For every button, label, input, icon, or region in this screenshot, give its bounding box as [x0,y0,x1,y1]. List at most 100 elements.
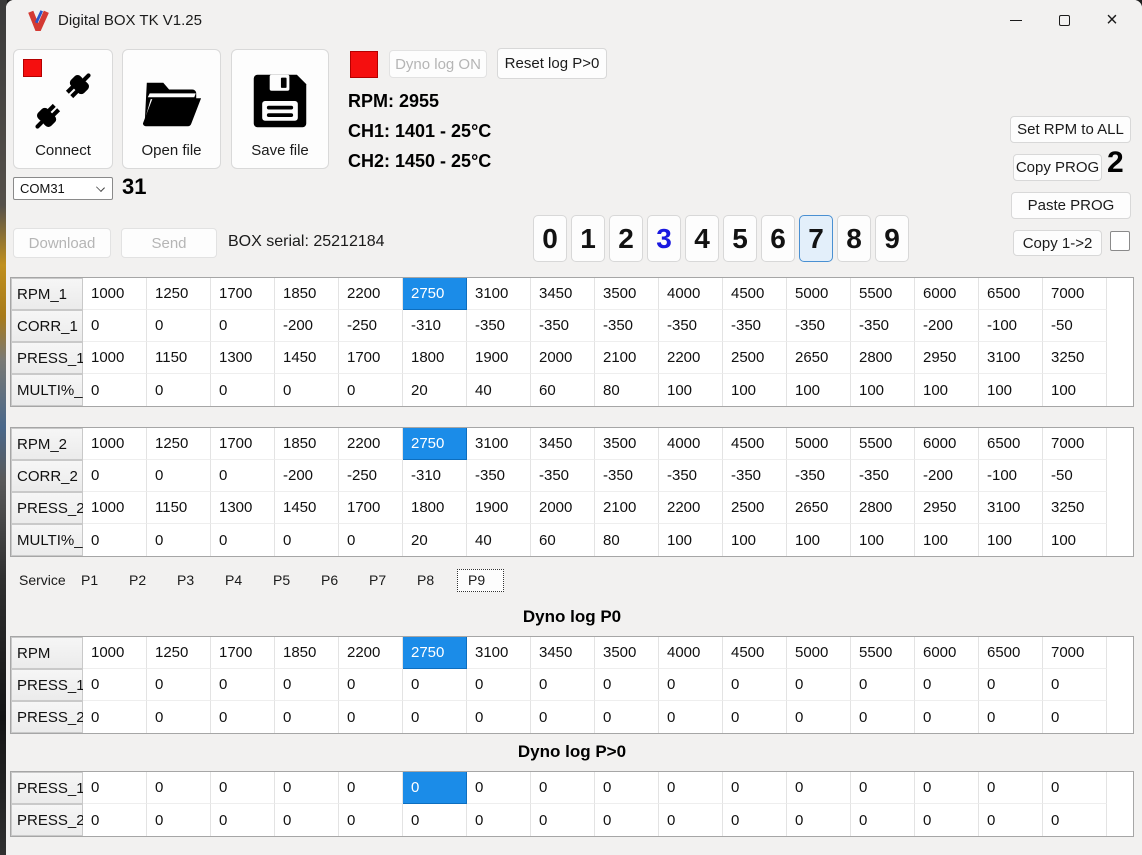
table-cell[interactable]: 60 [531,524,595,556]
table-cell[interactable]: 4500 [723,428,787,460]
table-cell[interactable]: 7000 [1043,278,1107,310]
table-cell[interactable]: 2000 [531,342,595,374]
row-header-corr_1[interactable]: CORR_1 [11,310,83,342]
table-cell[interactable]: 1000 [83,492,147,524]
table-cell[interactable]: 6500 [979,637,1043,669]
table-cell[interactable]: 0 [211,772,275,804]
dyno-log-on-button[interactable]: Dyno log ON [389,50,487,78]
title-bar[interactable]: Digital BOX TK V1.25 × [6,0,1142,40]
copy-1-to-2-checkbox[interactable] [1110,231,1130,251]
table-cell[interactable]: 0 [595,804,659,836]
table-cell[interactable]: 3450 [531,637,595,669]
table-cell[interactable]: 2100 [595,492,659,524]
table-cell[interactable]: -350 [787,310,851,342]
table-cell[interactable]: 0 [147,460,211,492]
table-cell[interactable]: 0 [211,310,275,342]
download-button[interactable]: Download [13,228,111,258]
table-cell[interactable]: 0 [403,804,467,836]
table-cell[interactable]: 2750 [403,278,467,310]
table-cell[interactable]: 0 [275,524,339,556]
table-cell[interactable]: 20 [403,374,467,406]
table-cell[interactable]: 0 [723,772,787,804]
table-cell[interactable]: -250 [339,310,403,342]
table-cell[interactable]: 1250 [147,428,211,460]
table-cell[interactable]: 0 [915,701,979,733]
table-cell[interactable]: 100 [787,524,851,556]
tab-p5[interactable]: P5 [263,569,311,592]
table-cell[interactable]: 0 [211,460,275,492]
copy-1-to-2-button[interactable]: Copy 1->2 [1013,230,1102,256]
table-cell[interactable]: -350 [595,460,659,492]
connect-button[interactable]: Connect [13,49,113,169]
table-cell[interactable]: 1850 [275,428,339,460]
table-cell[interactable]: -350 [723,310,787,342]
table-cell[interactable]: 0 [83,524,147,556]
table-cell[interactable]: 0 [147,772,211,804]
table-cell[interactable]: 1150 [147,492,211,524]
table-cell[interactable]: 1150 [147,342,211,374]
table-cell[interactable]: 1700 [211,637,275,669]
table-cell[interactable]: 0 [467,669,531,701]
prog-digit-5[interactable]: 5 [723,215,757,262]
row-header-press_2[interactable]: PRESS_2 [11,701,85,733]
table-cell[interactable]: 4000 [659,428,723,460]
table-cell[interactable]: -350 [787,460,851,492]
table-cell[interactable]: 6000 [915,278,979,310]
table-cell[interactable]: 0 [595,669,659,701]
table-cell[interactable]: 1800 [403,342,467,374]
prog-digit-7[interactable]: 7 [799,215,833,262]
row-header-rpm[interactable]: RPM [11,637,83,669]
tab-p6[interactable]: P6 [311,569,359,592]
table-cell[interactable]: -50 [1043,310,1107,342]
prog-digit-1[interactable]: 1 [571,215,605,262]
send-button[interactable]: Send [121,228,217,258]
table-cell[interactable]: 5000 [787,637,851,669]
table-cell[interactable]: 1250 [147,278,211,310]
table-cell[interactable]: 2200 [659,342,723,374]
table-cell[interactable]: 0 [787,804,851,836]
table-cell[interactable]: 0 [275,374,339,406]
table-cell[interactable]: 0 [211,701,275,733]
table-cell[interactable]: 2650 [787,342,851,374]
table-cell[interactable]: 80 [595,374,659,406]
tab-p7[interactable]: P7 [359,569,407,592]
table-cell[interactable]: 100 [915,374,979,406]
table-cell[interactable]: 2750 [403,637,467,669]
table-cell[interactable]: 0 [339,772,403,804]
table-cell[interactable]: 6500 [979,428,1043,460]
table-cell[interactable]: 0 [403,772,467,804]
table-cell[interactable]: 3250 [1043,492,1107,524]
table-cell[interactable]: 100 [915,524,979,556]
table-cell[interactable]: 40 [467,524,531,556]
table-cell[interactable]: 5000 [787,278,851,310]
table-cell[interactable]: -310 [403,310,467,342]
table-cell[interactable]: 1000 [83,278,147,310]
table-cell[interactable]: 5500 [851,278,915,310]
table-cell[interactable]: 100 [1043,524,1107,556]
table-cell[interactable]: 0 [979,804,1043,836]
row-header-rpm_2[interactable]: RPM_2 [11,428,83,460]
table-cell[interactable]: 0 [147,310,211,342]
table-cell[interactable]: 80 [595,524,659,556]
table-cell[interactable]: 0 [83,772,147,804]
prog-digit-9[interactable]: 9 [875,215,909,262]
table-cell[interactable]: 2950 [915,492,979,524]
table-cell[interactable]: 6000 [915,428,979,460]
prog-digit-0[interactable]: 0 [533,215,567,262]
table-cell[interactable]: -200 [915,310,979,342]
table-cell[interactable]: -200 [275,460,339,492]
table-cell[interactable]: -350 [723,460,787,492]
table-cell[interactable]: 100 [851,374,915,406]
table-cell[interactable]: -350 [659,310,723,342]
table-cell[interactable]: 0 [275,669,339,701]
table-cell[interactable]: 1000 [83,637,147,669]
table-cell[interactable]: -100 [979,460,1043,492]
table-cell[interactable]: 2800 [851,492,915,524]
table-cell[interactable]: 1300 [211,492,275,524]
table-cell[interactable]: 0 [659,804,723,836]
open-file-button[interactable]: Open file [122,49,221,169]
table-cell[interactable]: 0 [83,804,147,836]
table-cell[interactable]: 1800 [403,492,467,524]
table-cell[interactable]: 0 [147,804,211,836]
table-cell[interactable]: -350 [531,460,595,492]
